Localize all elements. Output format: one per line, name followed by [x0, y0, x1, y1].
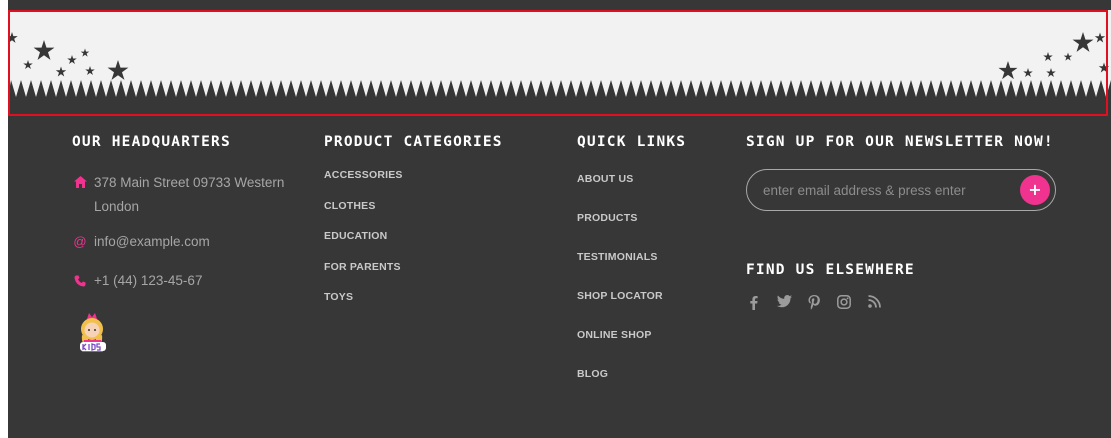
address-row: 378 Main Street 09733 Western London: [72, 171, 289, 219]
social-links: [746, 294, 882, 312]
instagram-icon[interactable]: [836, 294, 852, 312]
newsletter-email-input[interactable]: [763, 179, 1013, 201]
kids-logo[interactable]: [76, 313, 110, 353]
quick-link-testimonials[interactable]: TESTIMONIALS: [577, 248, 663, 287]
find-us-title: FIND US ELSEWHERE: [746, 262, 915, 278]
quick-links-list: ABOUT US PRODUCTS TESTIMONIALS SHOP LOCA…: [577, 170, 663, 404]
product-categories-title: PRODUCT CATEGORIES: [324, 134, 503, 150]
facebook-icon[interactable]: [746, 294, 762, 312]
phone-link[interactable]: +1 (44) 123-45-67: [72, 269, 289, 293]
category-link-education[interactable]: EDUCATION: [324, 227, 403, 258]
at-icon: @: [73, 234, 87, 249]
category-link-clothes[interactable]: CLOTHES: [324, 197, 403, 228]
quick-links-title: QUICK LINKS: [577, 134, 687, 150]
quick-link-blog[interactable]: BLOG: [577, 365, 663, 404]
category-link-accessories[interactable]: ACCESSORIES: [324, 166, 403, 197]
newsletter-column: SIGN UP FOR OUR NEWSLETTER NOW! + FIND U…: [746, 134, 1066, 310]
left-edge: [0, 0, 8, 438]
address-text: 378 Main Street 09733 Western London: [94, 175, 285, 214]
page: OUR HEADQUARTERS 378 Main Street 09733 W…: [0, 0, 1111, 438]
newsletter-form: +: [746, 169, 1056, 211]
home-icon: [72, 171, 88, 196]
phone-row: +1 (44) 123-45-67: [72, 269, 289, 293]
category-list: ACCESSORIES CLOTHES EDUCATION FOR PARENT…: [324, 166, 403, 319]
category-link-for-parents[interactable]: FOR PARENTS: [324, 258, 403, 289]
quick-link-products[interactable]: PRODUCTS: [577, 209, 663, 248]
rss-icon[interactable]: [866, 294, 882, 312]
quick-link-shop-locator[interactable]: SHOP LOCATOR: [577, 287, 663, 326]
phone-icon: [72, 269, 88, 295]
twitter-icon[interactable]: [776, 294, 792, 312]
email-row: @ info@example.com: [72, 230, 289, 254]
quick-link-online-shop[interactable]: ONLINE SHOP: [577, 326, 663, 365]
quick-links-column: QUICK LINKS ABOUT US PRODUCTS TESTIMONIA…: [577, 134, 727, 380]
newsletter-title: SIGN UP FOR OUR NEWSLETTER NOW!: [746, 134, 1054, 150]
category-link-toys[interactable]: TOYS: [324, 288, 403, 319]
pinterest-icon[interactable]: [806, 294, 822, 312]
zigzag-star-border: [8, 10, 1111, 118]
footer-decoration-band: [8, 10, 1111, 118]
email-link[interactable]: info@example.com: [72, 230, 289, 254]
headquarters-title: OUR HEADQUARTERS: [72, 134, 231, 150]
product-categories-column: PRODUCT CATEGORIES ACCESSORIES CLOTHES E…: [324, 134, 544, 303]
quick-link-about-us[interactable]: ABOUT US: [577, 170, 663, 209]
newsletter-submit-button[interactable]: +: [1020, 175, 1050, 205]
